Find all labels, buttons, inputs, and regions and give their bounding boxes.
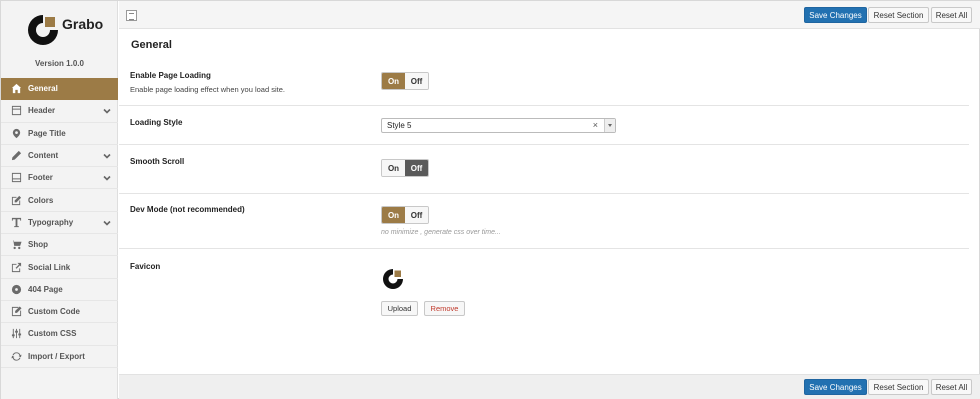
sidebar-item-404-page[interactable]: 404 Page bbox=[1, 279, 118, 301]
bottom-toolbar: Save Changes Reset Section Reset All bbox=[119, 374, 980, 399]
sidebar-item-label: Header bbox=[28, 106, 56, 116]
sidebar-item-label: Footer bbox=[28, 173, 53, 183]
toggle-off-option[interactable]: Off bbox=[405, 160, 428, 176]
setting-row-favicon: Favicon Upload Remove bbox=[119, 249, 969, 329]
edit-icon bbox=[10, 194, 22, 206]
smooth-scroll-toggle[interactable]: On Off bbox=[381, 159, 429, 177]
share-icon bbox=[10, 261, 22, 273]
reset-section-button[interactable]: Reset Section bbox=[868, 379, 929, 395]
version-label: Version 1.0.0 bbox=[35, 59, 84, 68]
sidebar-item-page-title[interactable]: Page Title bbox=[1, 123, 118, 145]
sidebar-item-label: Typography bbox=[28, 217, 74, 227]
expand-options-icon[interactable] bbox=[126, 10, 137, 21]
favicon-preview bbox=[383, 269, 403, 289]
remove-button[interactable]: Remove bbox=[424, 301, 465, 316]
toggle-on-option[interactable]: On bbox=[382, 160, 405, 176]
sidebar-item-general[interactable]: General bbox=[1, 78, 118, 101]
header-icon bbox=[10, 105, 22, 117]
setting-row-smooth-scroll: Smooth Scroll On Off bbox=[119, 145, 969, 194]
sidebar-item-shop[interactable]: Shop bbox=[1, 234, 118, 257]
setting-row-loading-style: Loading Style Style 5 × bbox=[119, 106, 969, 145]
sidebar-item-label: Colors bbox=[28, 195, 54, 205]
setting-row-page-loading: Enable Page Loading Enable page loading … bbox=[119, 60, 969, 106]
chevron-down-icon[interactable] bbox=[103, 107, 111, 115]
toggle-on-option[interactable]: On bbox=[382, 73, 405, 89]
sidebar-item-custom-css[interactable]: Custom CSS bbox=[1, 323, 118, 346]
loading-style-select[interactable]: Style 5 × bbox=[381, 118, 616, 133]
chevron-down-icon[interactable] bbox=[103, 219, 111, 227]
text-icon bbox=[10, 216, 22, 228]
home-icon bbox=[10, 83, 22, 95]
toggle-off-option[interactable]: Off bbox=[405, 73, 428, 89]
setting-description: Enable page loading effect when you load… bbox=[130, 85, 285, 94]
map-pin-icon bbox=[10, 127, 22, 139]
brand-name: Grabo bbox=[62, 16, 104, 32]
sidebar-item-content[interactable]: Content bbox=[1, 145, 118, 168]
setting-row-dev-mode: Dev Mode (not recommended) On Off no min… bbox=[119, 194, 969, 249]
disc-icon bbox=[10, 283, 22, 295]
setting-label: Dev Mode (not recommended) bbox=[130, 205, 245, 214]
sidebar-item-label: Custom CSS bbox=[28, 329, 77, 339]
sidebar-item-label: Social Link bbox=[28, 262, 71, 272]
sidebar-item-label: Content bbox=[28, 151, 59, 161]
sidebar-item-label: Import / Export bbox=[28, 351, 85, 361]
setting-hint: no minimize , generate css over time... bbox=[381, 229, 501, 236]
cart-icon bbox=[10, 239, 22, 251]
clear-icon[interactable]: × bbox=[593, 120, 598, 130]
chevron-down-icon[interactable] bbox=[604, 119, 615, 132]
sidebar-item-label: Page Title bbox=[28, 128, 66, 138]
select-value: Style 5 bbox=[387, 121, 412, 130]
toggle-off-option[interactable]: Off bbox=[405, 207, 428, 223]
brand-logo: Grabo bbox=[25, 12, 105, 48]
sidebar-item-label: Shop bbox=[28, 240, 48, 250]
sidebar-item-header[interactable]: Header bbox=[1, 100, 118, 123]
sidebar-item-typography[interactable]: Typography bbox=[1, 212, 118, 235]
options-panel: Grabo Version 1.0.0 General Header Page … bbox=[0, 0, 980, 399]
upload-button[interactable]: Upload bbox=[381, 301, 418, 316]
reset-all-button[interactable]: Reset All bbox=[931, 7, 972, 23]
refresh-icon bbox=[10, 350, 22, 362]
reset-section-button[interactable]: Reset Section bbox=[868, 7, 929, 23]
dev-mode-toggle[interactable]: On Off bbox=[381, 206, 429, 224]
setting-label: Enable Page Loading bbox=[130, 71, 211, 80]
reset-all-button[interactable]: Reset All bbox=[931, 379, 972, 395]
top-toolbar: Save Changes Reset Section Reset All bbox=[119, 1, 980, 29]
sliders-icon bbox=[10, 328, 22, 340]
sidebar-item-label: General bbox=[28, 84, 58, 94]
save-button[interactable]: Save Changes bbox=[804, 379, 867, 395]
chevron-down-icon[interactable] bbox=[103, 152, 111, 160]
toggle-on-option[interactable]: On bbox=[382, 207, 405, 223]
sidebar-item-social-link[interactable]: Social Link bbox=[1, 256, 118, 279]
sidebar-nav: General Header Page Title Content Footer bbox=[1, 78, 118, 368]
save-button[interactable]: Save Changes bbox=[804, 7, 867, 23]
sidebar-item-footer[interactable]: Footer bbox=[1, 167, 118, 190]
sidebar: Grabo Version 1.0.0 General Header Page … bbox=[1, 1, 118, 399]
pencil-icon bbox=[10, 150, 22, 162]
code-edit-icon bbox=[10, 306, 22, 318]
sidebar-item-custom-code[interactable]: Custom Code bbox=[1, 301, 118, 324]
sidebar-item-label: Custom Code bbox=[28, 307, 80, 317]
page-loading-toggle[interactable]: On Off bbox=[381, 72, 429, 90]
footer-icon bbox=[10, 172, 22, 184]
setting-label: Smooth Scroll bbox=[130, 157, 185, 166]
sidebar-item-colors[interactable]: Colors bbox=[1, 189, 118, 212]
sidebar-item-label: 404 Page bbox=[28, 284, 63, 294]
chevron-down-icon[interactable] bbox=[103, 174, 111, 182]
section-title: General bbox=[131, 39, 172, 51]
setting-label: Favicon bbox=[130, 262, 161, 271]
sidebar-item-import-export[interactable]: Import / Export bbox=[1, 346, 118, 368]
logo-mark-icon bbox=[28, 15, 58, 45]
setting-label: Loading Style bbox=[130, 118, 183, 127]
